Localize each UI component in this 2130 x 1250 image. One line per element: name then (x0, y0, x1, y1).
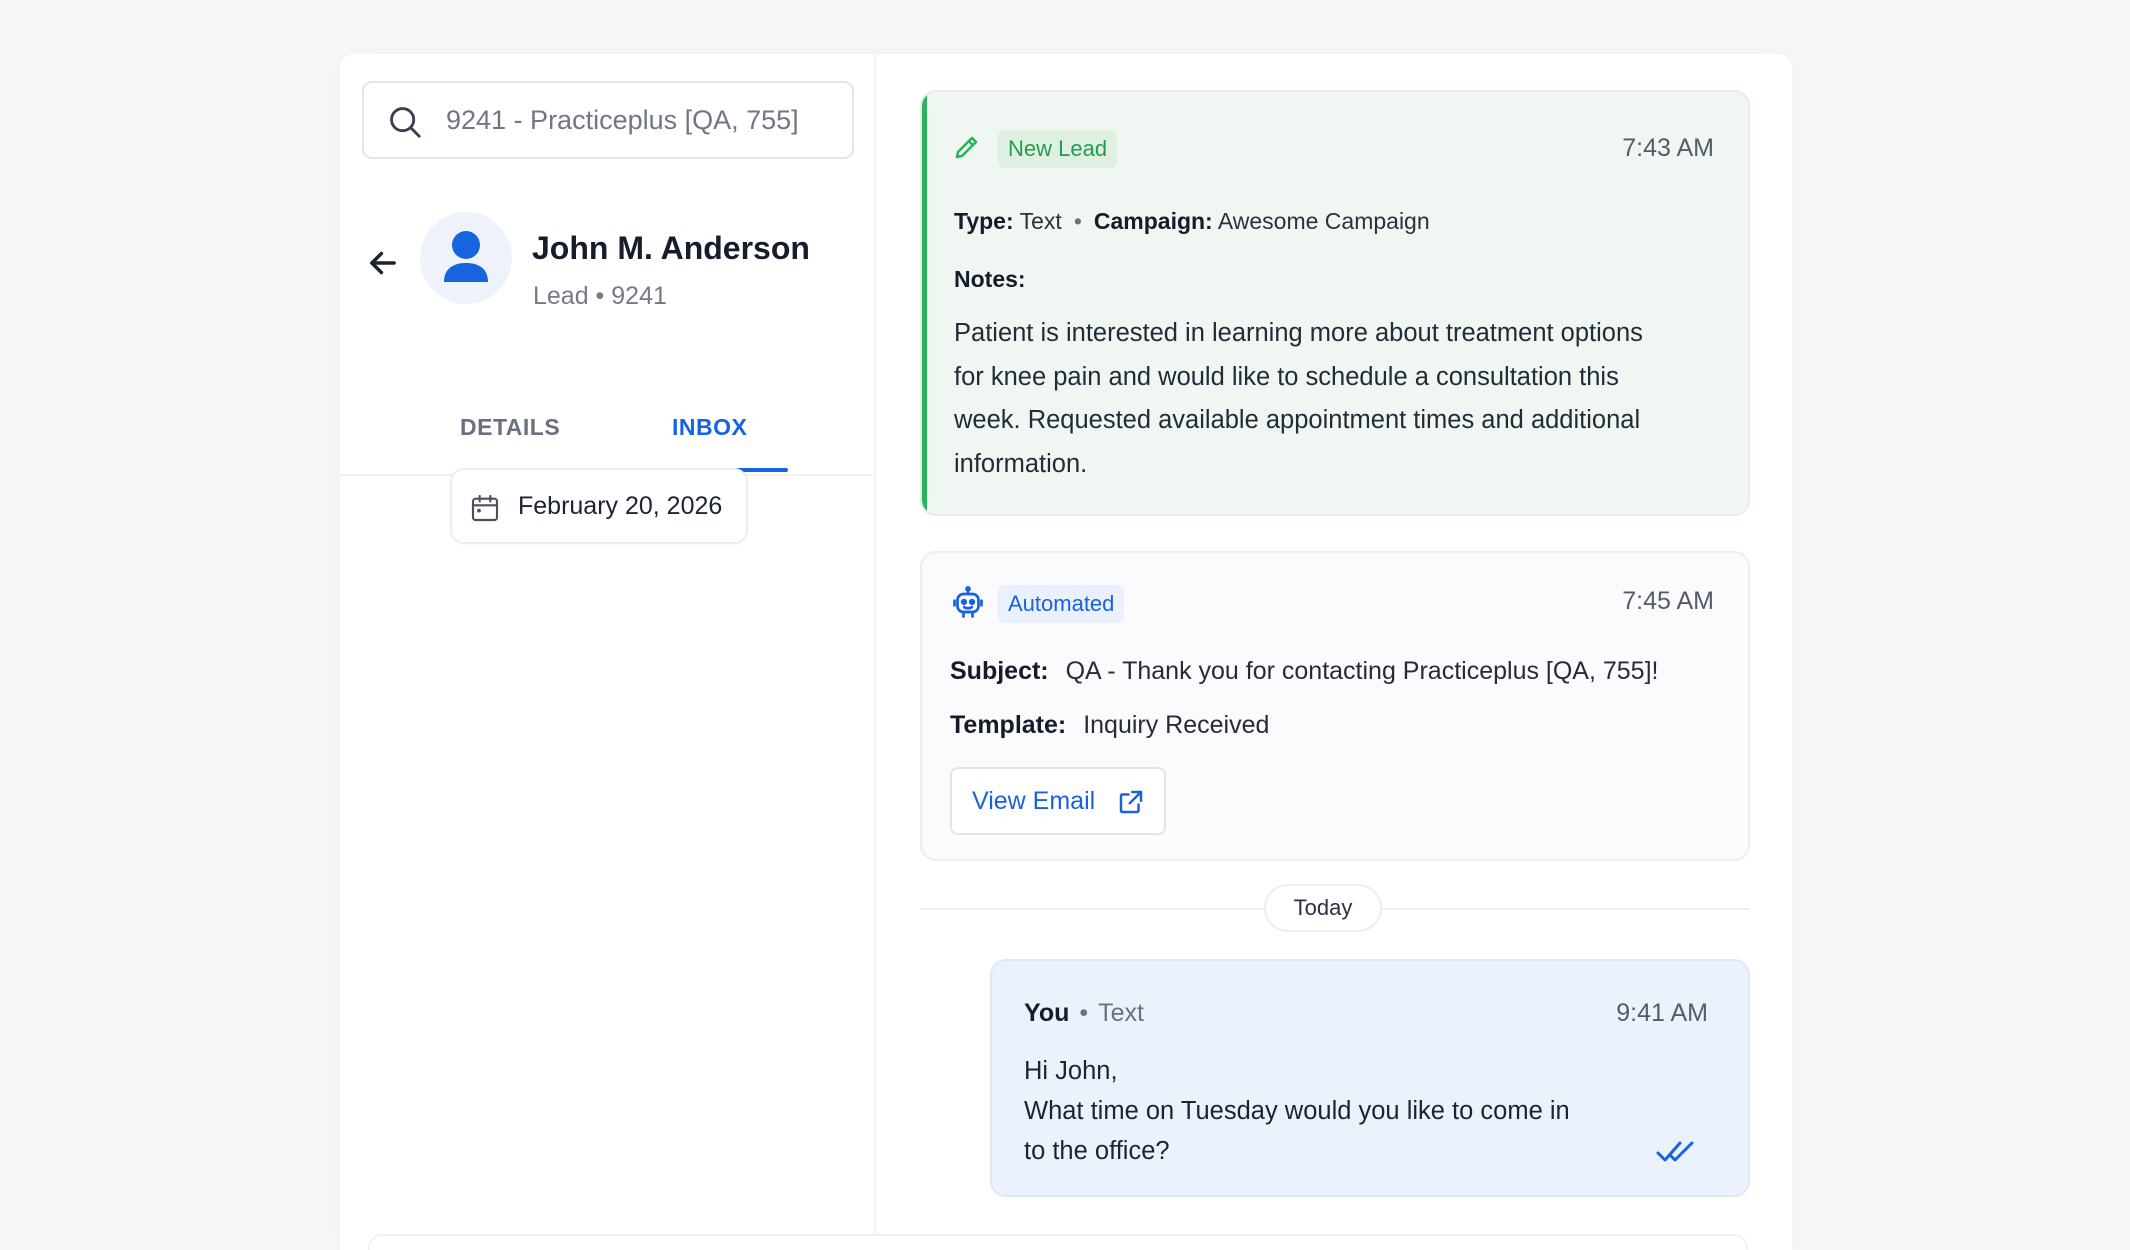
lead-notes: Patient is interested in learning more a… (954, 319, 1643, 478)
contact-panel: 9241 - Practiceplus [QA, 755] John M. An… (340, 54, 876, 1250)
outgoing-message: You • Text 9:41 AM Hi John, What time on T… (990, 959, 1750, 1197)
notes-label: Notes: (954, 266, 1026, 292)
calendar-icon (471, 494, 499, 522)
day-divider-label: Today (1264, 884, 1382, 932)
automated-email-card: Automated 7:45 AM Subject: QA - Thank yo… (920, 551, 1750, 861)
message-sender: You (1024, 999, 1070, 1027)
contact-name: John M. Anderson (532, 230, 810, 266)
inbox-feed: New Lead 7:43 AM Type: Text • Campaign: Aw… (876, 54, 1792, 1250)
type-label: Type: (954, 208, 1014, 234)
tab-inbox[interactable]: INBOX (672, 414, 747, 441)
search-value: 9241 - Practiceplus [QA, 755] (446, 105, 799, 135)
search-icon (390, 107, 421, 138)
external-link-icon (1119, 790, 1143, 814)
message-timestamp: 9:41 AM (1616, 999, 1708, 1027)
inbox-app: 9241 - Practiceplus [QA, 755] John M. An… (340, 54, 1792, 1250)
message-header: You • Text (1024, 999, 1144, 1027)
view-email-button[interactable]: View Email (950, 767, 1166, 835)
type-value: Text (1019, 208, 1062, 234)
message-line: What time on Tuesday would you like to c… (1024, 1097, 1570, 1165)
message-channel: Text (1098, 999, 1144, 1027)
lead-timestamp: 7:43 AM (1622, 134, 1714, 162)
contact-meta: Lead • 9241 (533, 282, 667, 310)
date-filter-button[interactable]: February 20, 2026 (450, 468, 748, 544)
campaign-label: Campaign: (1093, 208, 1213, 234)
avatar (420, 212, 512, 304)
next-card-edge (368, 1234, 1748, 1250)
template-value: Inquiry Received (1083, 711, 1270, 739)
email-subject: Subject: QA - Thank you for contacting P… (950, 657, 1658, 686)
pencil-icon (955, 136, 978, 159)
automated-badge: Automated (998, 585, 1125, 623)
subject-label: Subject: (950, 657, 1049, 685)
lead-type-campaign: Type: Text • Campaign: Awesome Campaign (954, 208, 1430, 234)
back-arrow-icon[interactable] (364, 244, 402, 282)
contact-tabs: DETAILS INBOX (340, 386, 876, 476)
robot-icon (953, 586, 983, 618)
user-icon (444, 231, 488, 282)
template-label: Template: (950, 711, 1067, 739)
double-check-icon (1656, 1141, 1694, 1162)
message-line: Hi John, (1024, 1057, 1118, 1085)
tab-details[interactable]: DETAILS (460, 414, 560, 441)
new-lead-card: New Lead 7:43 AM Type: Text • Campaign: Aw… (920, 90, 1750, 516)
subject-value: QA - Thank you for contacting Practicepl… (1065, 657, 1659, 685)
automated-timestamp: 7:45 AM (1622, 587, 1714, 615)
date-filter-label: February 20, 2026 (518, 492, 723, 520)
new-lead-badge: New Lead (998, 130, 1118, 168)
message-body: Hi John, What time on Tuesday would you … (1024, 1051, 1584, 1171)
campaign-value: Awesome Campaign (1217, 208, 1430, 234)
search-input[interactable]: 9241 - Practiceplus [QA, 755] (362, 81, 854, 159)
email-template: Template: Inquiry Received (950, 711, 1269, 740)
lead-accent-bar (922, 92, 927, 514)
view-email-label: View Email (972, 787, 1096, 815)
